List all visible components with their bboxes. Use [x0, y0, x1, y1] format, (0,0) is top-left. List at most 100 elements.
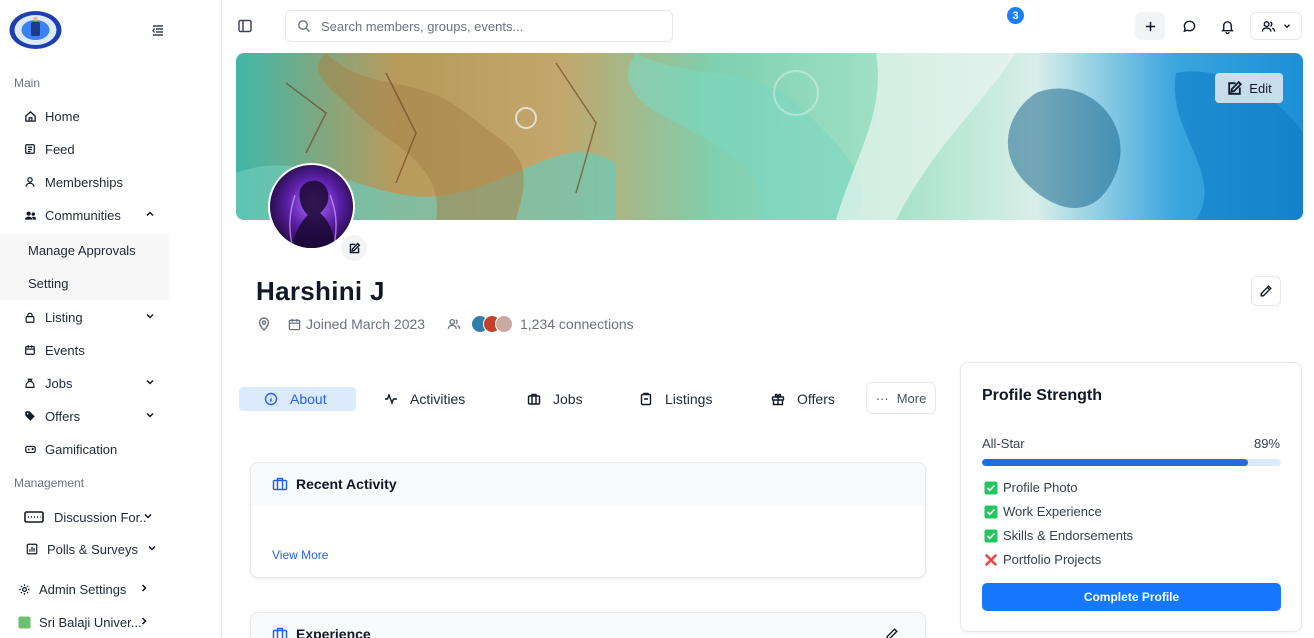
notification-badge: 3: [1007, 7, 1024, 24]
sidebar-item-memberships[interactable]: Memberships: [12, 167, 170, 197]
location-meta: [257, 315, 271, 333]
checklist-label: Portfolio Projects: [1003, 552, 1102, 567]
gear-icon: [17, 582, 31, 596]
tab-label: Offers: [797, 391, 835, 407]
sidebar-toggle-icon[interactable]: [237, 18, 253, 34]
chevron-down-icon: [144, 409, 156, 421]
tab-listings[interactable]: Listings: [639, 387, 712, 411]
users-icon: [447, 318, 461, 329]
card-header: Recent Activity: [251, 463, 925, 505]
search-input[interactable]: [321, 18, 651, 34]
user-icon: [23, 175, 37, 189]
checklist-label: Work Experience: [1003, 504, 1102, 519]
tag-icon: [23, 409, 37, 423]
messages-button[interactable]: [1174, 12, 1204, 40]
strength-progress-bar: [982, 459, 1281, 466]
chat-bubble-icon: [1182, 20, 1195, 32]
notifications-button[interactable]: [1212, 12, 1242, 40]
checklist-item: Work Experience: [984, 504, 1102, 519]
create-button[interactable]: [1135, 12, 1165, 40]
edit-avatar-button[interactable]: [341, 235, 367, 261]
sidebar-item-organization[interactable]: Sri Balaji Univer...: [6, 607, 164, 637]
plus-icon: [1145, 21, 1155, 31]
joined-date: Joined March 2023: [306, 316, 426, 332]
ellipsis-icon: ···: [875, 390, 889, 406]
sidebar-item-admin-settings[interactable]: Admin Settings: [6, 574, 164, 604]
sidebar-item-jobs[interactable]: Jobs: [12, 368, 170, 398]
profile-avatar[interactable]: [268, 163, 355, 250]
card-header: Experience: [251, 613, 925, 638]
sidebar-item-communities[interactable]: Communities: [12, 200, 170, 230]
tab-jobs[interactable]: Jobs: [527, 387, 583, 411]
more-tabs-button[interactable]: ··· More: [866, 382, 936, 414]
sidebar-subitem-manage-approvals[interactable]: Manage Approvals: [28, 243, 136, 258]
card-title: Recent Activity: [296, 476, 397, 492]
keyboard-icon: [24, 510, 44, 524]
chevron-down-icon: [146, 542, 158, 554]
checkbox-checked-icon: [984, 481, 998, 495]
sidebar-item-discussion-forum[interactable]: Discussion For..: [24, 502, 156, 532]
sidebar-item-label: Events: [45, 342, 85, 358]
feed-icon: [23, 142, 37, 156]
sidebar-item-label: Listing: [45, 309, 83, 325]
sidebar-item-label: Home: [45, 108, 80, 124]
chevron-down-icon: [144, 310, 156, 322]
tab-label: Activities: [410, 391, 466, 407]
sidebar-item-listing[interactable]: Listing: [12, 302, 170, 332]
view-more-link[interactable]: View More: [272, 548, 328, 562]
home-icon: [23, 109, 37, 123]
sidebar-item-label: Offers: [45, 408, 81, 424]
connections-count: 1,234 connections: [520, 316, 634, 332]
bell-icon: [1220, 20, 1234, 34]
strength-percent: 89%: [1253, 436, 1280, 451]
chevron-down-icon: [1283, 24, 1290, 29]
sidebar-item-gamification[interactable]: Gamification: [12, 434, 170, 464]
sidebar-subitem-setting[interactable]: Setting: [28, 276, 68, 291]
sidebar-item-label: Discussion For..: [54, 509, 147, 525]
collapse-menu-icon[interactable]: [150, 22, 166, 38]
communities-submenu: Manage Approvals Setting: [0, 234, 169, 300]
gift-icon: [771, 392, 785, 406]
more-label: More: [896, 390, 927, 406]
pencil-icon: [1260, 285, 1272, 297]
checkbox-checked-icon: [984, 529, 998, 543]
profile-name: Harshini J: [256, 276, 385, 306]
edit-experience-pencil-icon[interactable]: [885, 627, 899, 638]
strength-level: All-Star: [982, 436, 1025, 451]
tab-about[interactable]: About: [239, 387, 356, 411]
checklist-item: Skills & Endorsements: [984, 528, 1133, 543]
chevron-down-icon: [142, 510, 154, 522]
edit-profile-button[interactable]: [1251, 276, 1281, 306]
connections-meta[interactable]: 1,234 connections: [447, 315, 634, 333]
sidebar-item-home[interactable]: Home: [12, 101, 170, 131]
checklist-label: Profile Photo: [1003, 480, 1078, 495]
sidebar-item-events[interactable]: Events: [12, 335, 170, 365]
user-menu-button[interactable]: [1250, 12, 1302, 40]
clipboard-icon: [639, 392, 653, 406]
edit-cover-button[interactable]: Edit: [1215, 73, 1283, 103]
edit-icon: [349, 242, 360, 253]
recent-activity-card: Recent Activity View More: [250, 462, 926, 578]
panel-title: Profile Strength: [982, 387, 1103, 404]
users-icon: [23, 208, 37, 222]
users-icon: [1261, 20, 1275, 32]
sidebar-item-offers[interactable]: Offers: [12, 401, 170, 431]
tab-offers[interactable]: Offers: [771, 387, 835, 411]
edit-label: Edit: [1249, 80, 1272, 96]
cross-mark-icon: [984, 553, 998, 567]
chevron-right-icon: [138, 582, 150, 594]
tab-activities[interactable]: Activities: [384, 387, 465, 411]
complete-profile-button[interactable]: Complete Profile: [982, 583, 1281, 611]
search-box[interactable]: [285, 10, 673, 42]
briefcase-icon: [527, 392, 541, 406]
joined-meta: Joined March 2023: [288, 315, 425, 333]
connection-avatar: [495, 315, 513, 333]
sidebar-item-label: Sri Balaji Univer...: [39, 614, 142, 630]
org-badge-icon: [17, 615, 31, 629]
university-logo[interactable]: [9, 10, 62, 50]
topbar: 3: [222, 0, 1314, 52]
sidebar-item-feed[interactable]: Feed: [12, 134, 170, 164]
briefcase-icon: [272, 476, 288, 492]
sidebar-item-polls-surveys[interactable]: Polls & Surveys: [14, 534, 172, 564]
sidebar-item-label: Admin Settings: [39, 581, 127, 597]
